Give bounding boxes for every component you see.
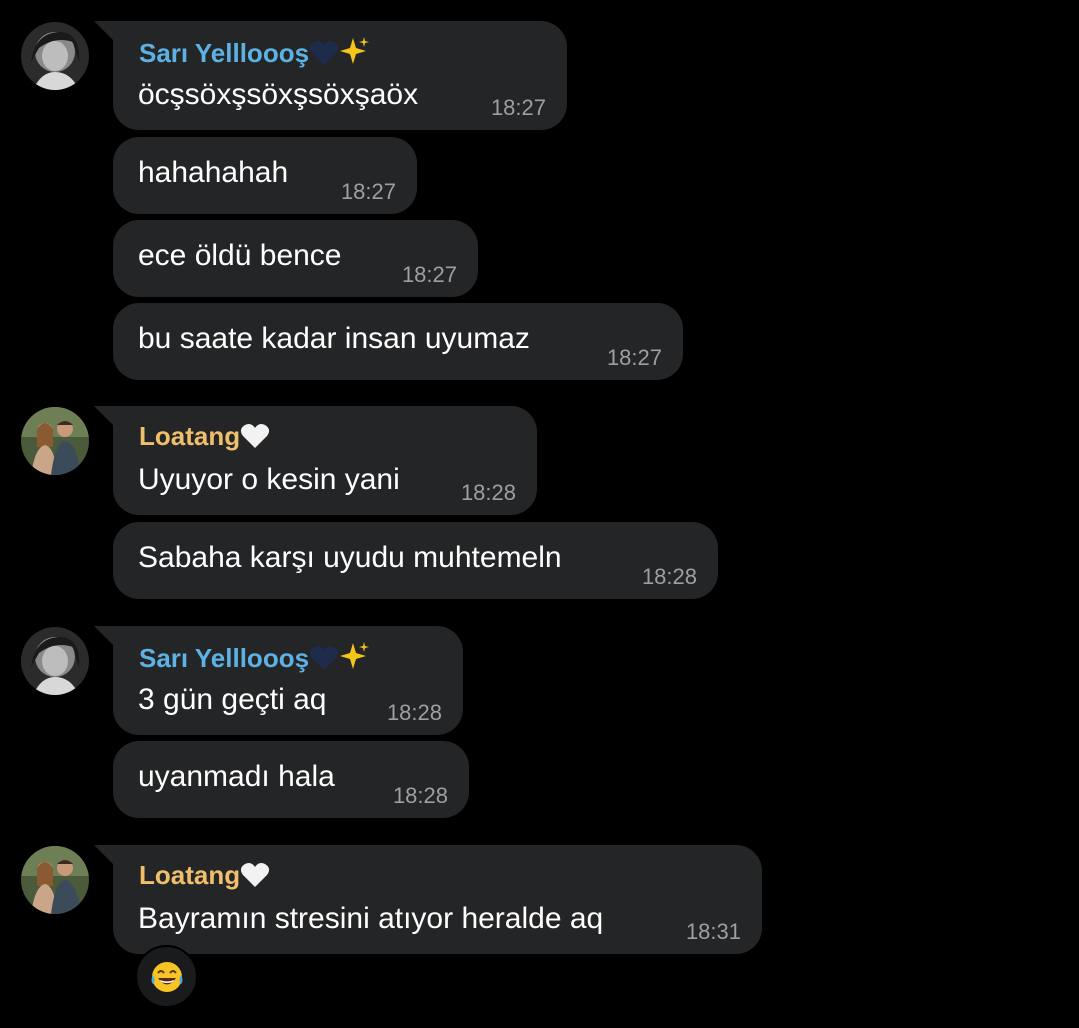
- message-time: 18:28: [386, 700, 442, 725]
- message-time: 18:27: [401, 262, 457, 287]
- message-bubble[interactable]: ece öldü bence 18:27: [113, 220, 478, 297]
- reaction-badge[interactable]: [135, 945, 198, 1008]
- profile-photo-couple-icon: [21, 846, 89, 914]
- black-heart-icon: [309, 41, 339, 65]
- profile-photo-grayscale-icon: [21, 22, 89, 90]
- message-time: 18:27: [490, 95, 546, 120]
- message-bubble[interactable]: bu saate kadar insan uyumaz 18:27: [113, 303, 683, 380]
- profile-photo-grayscale-icon: [21, 627, 89, 695]
- sender-name[interactable]: Sarı Yellloooş: [139, 641, 370, 673]
- message-time: 18:28: [641, 564, 697, 589]
- profile-photo-couple-icon: [21, 407, 89, 475]
- sparkles-icon: [340, 642, 370, 669]
- message-text: bu saate kadar insan uyumaz: [138, 322, 530, 355]
- avatar-loatang[interactable]: [21, 407, 89, 475]
- tears-of-joy-emoji-icon: [151, 961, 182, 992]
- message-text: 3 gün geçti aq: [138, 683, 327, 716]
- white-heart-icon: [241, 424, 270, 448]
- message-text: öcşsöxşsöxşsöxşaöx: [138, 78, 419, 111]
- bubble-tail: [94, 626, 114, 646]
- bubble-tail: [94, 406, 114, 426]
- message-time: 18:31: [685, 919, 741, 944]
- sparkles-icon: [340, 37, 370, 64]
- message-bubble[interactable]: hahahahah 18:27: [113, 137, 417, 214]
- message-bubble[interactable]: Sarı Yellloooş öcşsöxşsöxşsöxşaöx 18:27: [94, 21, 567, 130]
- message-text: Bayramın stresini atıyor heralde aq: [138, 902, 604, 935]
- message-text: uyanmadı hala: [138, 760, 335, 793]
- message-time: 18:28: [460, 480, 516, 505]
- avatar-sari[interactable]: [21, 22, 89, 90]
- message-bubble[interactable]: Sabaha karşı uyudu muhtemeln 18:28: [113, 522, 718, 599]
- sender-name[interactable]: Sarı Yellloooş: [139, 36, 370, 68]
- message-text: Sabaha karşı uyudu muhtemeln: [138, 541, 562, 574]
- sender-name[interactable]: Loatang: [139, 860, 270, 890]
- message-time: 18:28: [392, 783, 448, 808]
- message-time: 18:27: [340, 179, 396, 204]
- sender-name[interactable]: Loatang: [139, 421, 270, 451]
- black-heart-icon: [309, 646, 339, 670]
- avatar-sari[interactable]: [21, 627, 89, 695]
- message-bubble[interactable]: uyanmadı hala 18:28: [113, 741, 469, 818]
- message-text: hahahahah: [138, 156, 289, 189]
- avatar-loatang[interactable]: [21, 846, 89, 914]
- white-heart-icon: [241, 863, 270, 887]
- message-bubble[interactable]: Loatang Uyuyor o kesin yani 18:28: [94, 406, 537, 515]
- message-bubble[interactable]: Loatang Bayramın stresini atıyor heralde…: [94, 845, 762, 954]
- bubble-tail: [94, 21, 114, 41]
- message-text: Uyuyor o kesin yani: [138, 463, 400, 496]
- message-text: ece öldü bence: [138, 239, 342, 272]
- message-bubble[interactable]: Sarı Yellloooş 3 gün geçti aq 18:28: [94, 626, 463, 735]
- message-time: 18:27: [606, 345, 662, 370]
- bubble-tail: [94, 845, 114, 865]
